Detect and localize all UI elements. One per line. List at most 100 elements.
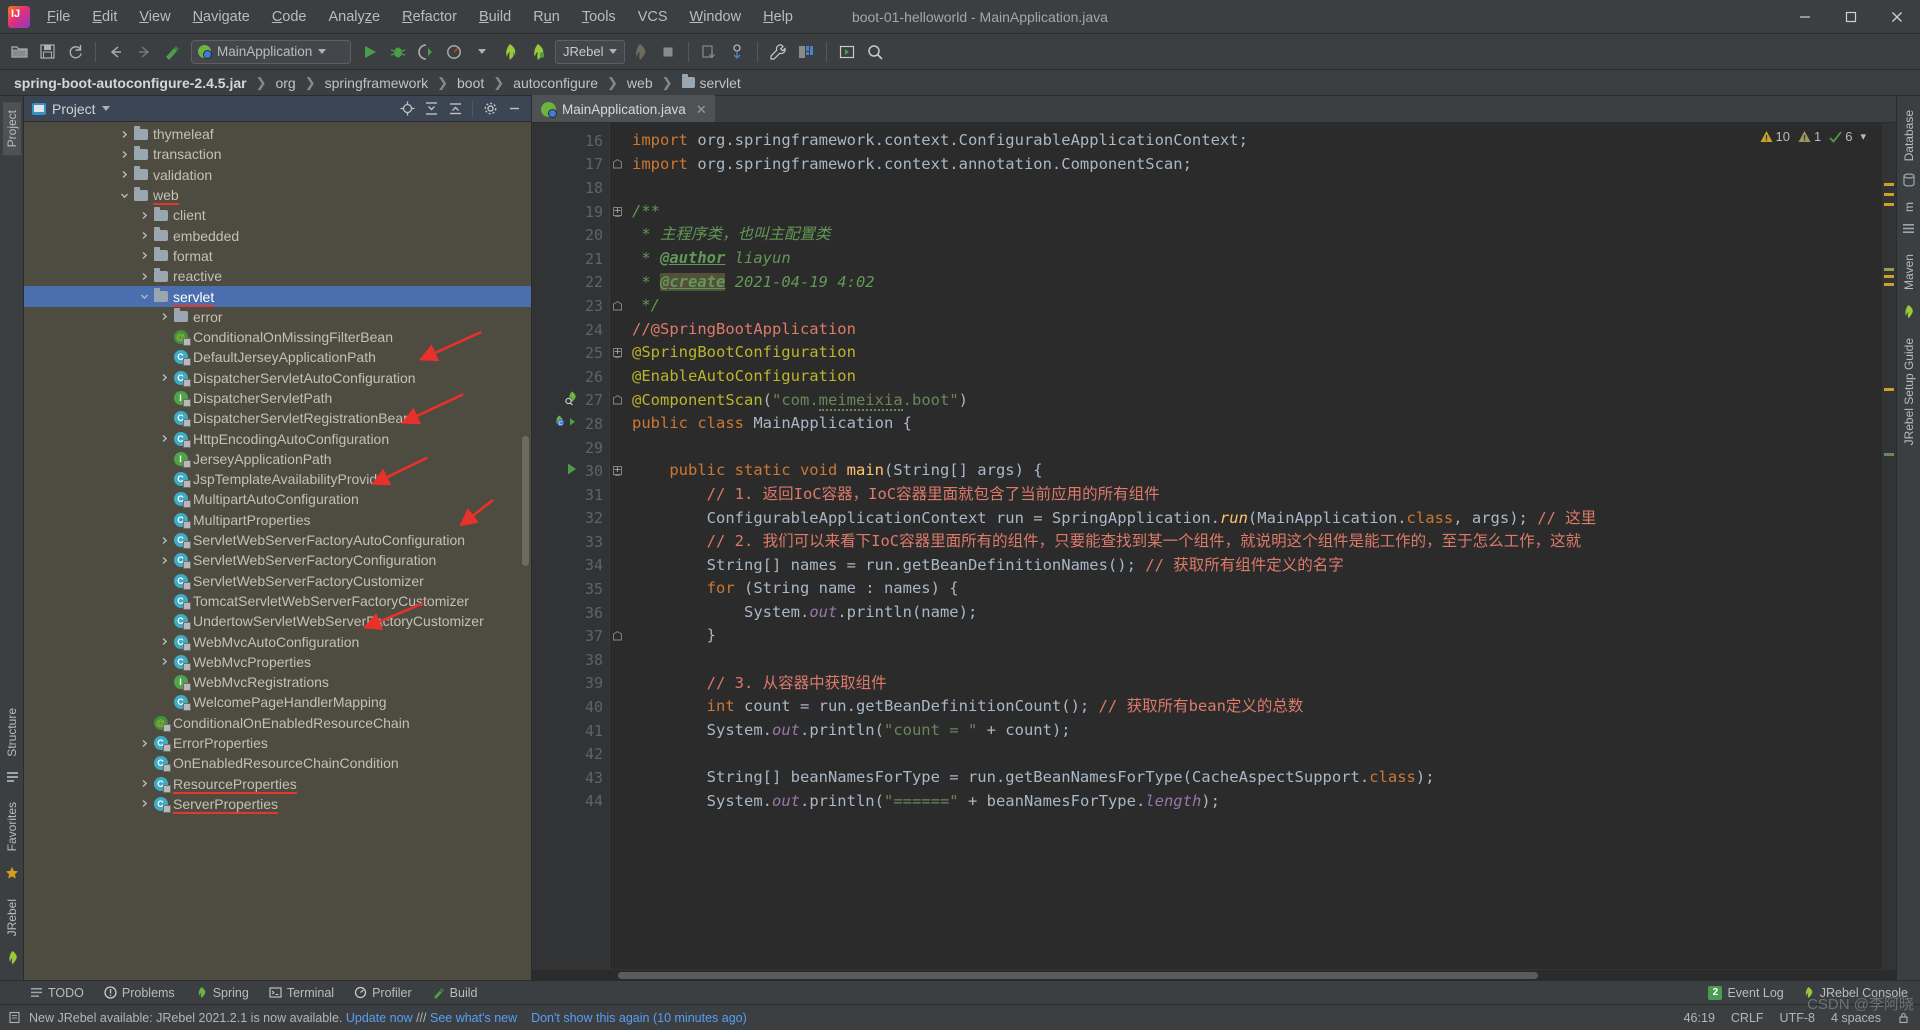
code-line-41[interactable]: System.out.println("count = " + count); <box>610 719 1882 743</box>
code-line-20[interactable]: * 主程序类，也叫主配置类 <box>610 223 1882 247</box>
fold-start-icon[interactable] <box>610 200 624 224</box>
bean-search-icon[interactable] <box>564 391 579 410</box>
tree-node-web[interactable]: web <box>24 185 531 206</box>
close-icon[interactable]: ✕ <box>696 102 707 118</box>
chevron-down-icon[interactable]: ▾ <box>1860 130 1866 143</box>
forward-icon[interactable] <box>131 39 157 65</box>
code-line-23[interactable]: */ <box>610 294 1882 318</box>
gutter-line-39[interactable]: 39 <box>532 672 609 696</box>
fold-end-icon[interactable] <box>610 624 624 648</box>
project-structure-icon[interactable] <box>793 39 819 65</box>
gutter-line-24[interactable]: 24 <box>532 318 609 342</box>
gutter-line-27[interactable]: 27 <box>532 389 609 413</box>
tree-node-thymeleaf[interactable]: thymeleaf <box>24 124 531 144</box>
chevron-right-icon[interactable] <box>116 170 132 179</box>
jrebel-run-icon[interactable] <box>497 39 523 65</box>
breadcrumb-item-5[interactable]: web <box>627 75 653 91</box>
status-update-link[interactable]: Update now <box>346 1011 413 1025</box>
chevron-right-icon[interactable] <box>156 312 172 321</box>
gutter-line-29[interactable]: 29 <box>532 436 609 460</box>
tree-node-embedded[interactable]: embedded <box>24 225 531 245</box>
chevron-right-icon[interactable] <box>156 434 172 443</box>
menu-item-tools[interactable]: Tools <box>571 4 627 30</box>
fold-start-icon[interactable] <box>610 341 624 365</box>
chevron-down-icon[interactable] <box>318 49 327 54</box>
menu-item-refactor[interactable]: Refactor <box>391 4 468 30</box>
spring-bean-run-icon[interactable]: C <box>553 414 579 433</box>
editor-horizontal-scrollbar[interactable] <box>532 969 1896 980</box>
tool-window-event-log[interactable]: 2 Event Log <box>1708 985 1784 1000</box>
caret-position[interactable]: 46:19 <box>1684 1011 1715 1025</box>
chevron-down-icon[interactable] <box>609 49 618 54</box>
chevron-right-icon[interactable] <box>136 211 152 220</box>
gutter-line-44[interactable]: 44 <box>532 790 609 814</box>
code-line-35[interactable]: for (String name : names) { <box>610 577 1882 601</box>
locate-icon[interactable] <box>396 98 418 120</box>
code-line-30[interactable]: public static void main(String[] args) { <box>610 459 1882 483</box>
update-project-icon[interactable] <box>696 39 722 65</box>
code-line-38[interactable] <box>610 648 1882 672</box>
gutter-line-40[interactable]: 40 <box>532 695 609 719</box>
gutter-line-18[interactable]: 18 <box>532 176 609 200</box>
breadcrumb-item-2[interactable]: springframework <box>325 75 428 91</box>
run-with-coverage-icon[interactable] <box>413 39 439 65</box>
code-line-32[interactable]: ConfigurableApplicationContext run = Spr… <box>610 507 1882 531</box>
menu-item-build[interactable]: Build <box>468 4 522 30</box>
fold-end-icon[interactable] <box>610 389 624 413</box>
code-line-44[interactable]: System.out.println("======" + beanNamesF… <box>610 790 1882 814</box>
editor-tab-mainapplication[interactable]: MainApplication.java ✕ <box>532 95 715 122</box>
gutter-line-32[interactable]: 32 <box>532 507 609 531</box>
code-line-36[interactable]: System.out.println(name); <box>610 601 1882 625</box>
rail-tab-structure[interactable]: Structure <box>3 700 21 765</box>
fold-end-icon[interactable] <box>610 153 624 177</box>
status-dismiss-link[interactable]: Don't show this again (10 minutes ago) <box>531 1011 747 1025</box>
tree-node-validation[interactable]: validation <box>24 165 531 185</box>
expand-all-icon[interactable] <box>420 98 442 120</box>
code-text[interactable]: import org.springframework.context.Confi… <box>610 123 1882 969</box>
line-separator[interactable]: CRLF <box>1731 1011 1764 1025</box>
chevron-right-icon[interactable] <box>116 130 132 139</box>
notification-icon[interactable] <box>8 1011 21 1024</box>
tree-node-UndertowServletWebServerFactoryCustomizer[interactable]: C UndertowServletWebServerFactoryCustomiz… <box>24 611 531 631</box>
code-line-26[interactable]: @EnableAutoConfiguration <box>610 365 1882 389</box>
chevron-down-icon[interactable] <box>136 292 152 301</box>
code-line-28[interactable]: public class MainApplication { <box>610 412 1882 436</box>
tree-node-WebMvcRegistrations[interactable]: I WebMvcRegistrations <box>24 672 531 692</box>
debug-icon[interactable] <box>385 39 411 65</box>
settings-gear-icon[interactable] <box>479 98 501 120</box>
tree-node-ServletWebServerFactoryCustomizer[interactable]: C ServletWebServerFactoryCustomizer <box>24 571 531 591</box>
jrebel-selector[interactable]: JRebel <box>555 39 626 64</box>
chevron-right-icon[interactable] <box>136 779 152 788</box>
gutter-line-33[interactable]: 33 <box>532 530 609 554</box>
breadcrumb-item-1[interactable]: org <box>275 75 295 91</box>
tree-node-JerseyApplicationPath[interactable]: I JerseyApplicationPath <box>24 449 531 469</box>
menu-item-help[interactable]: Help <box>752 4 804 30</box>
tool-window-problems[interactable]: Problems <box>104 986 175 1000</box>
code-line-19[interactable]: /** <box>610 200 1882 224</box>
code-line-22[interactable]: * @create 2021-04-19 4:02 <box>610 271 1882 295</box>
file-encoding[interactable]: UTF-8 <box>1780 1011 1815 1025</box>
gutter-line-30[interactable]: 30 <box>532 459 609 483</box>
tool-window-jrebel-console[interactable]: JRebel Console <box>1802 986 1908 1000</box>
menu-item-file[interactable]: File <box>36 4 81 30</box>
gutter-line-42[interactable]: 42 <box>532 742 609 766</box>
tree-node-WebMvcProperties[interactable]: C WebMvcProperties <box>24 652 531 672</box>
chevron-right-icon[interactable] <box>156 637 172 646</box>
save-all-icon[interactable] <box>34 39 60 65</box>
rail-tab-m[interactable]: m <box>1900 198 1918 216</box>
editor-body[interactable]: 16 17 18 19 20 21 22 23 24 25 26 27 28 C 29 30 31 32 33 34 3… <box>532 123 1896 969</box>
code-line-18[interactable] <box>610 176 1882 200</box>
project-tree[interactable]: thymeleaf transaction validation web client e… <box>24 122 531 980</box>
tree-node-ServletWebServerFactoryAutoConfiguration[interactable]: C ServletWebServerFactoryAutoConfiguratio… <box>24 530 531 550</box>
gutter-line-19[interactable]: 19 <box>532 200 609 224</box>
tree-node-ServletWebServerFactoryConfiguration[interactable]: C ServletWebServerFactoryConfiguration <box>24 550 531 570</box>
gutter-line-26[interactable]: 26 <box>532 365 609 389</box>
tool-window-spring[interactable]: Spring <box>195 986 249 1000</box>
chevron-right-icon[interactable] <box>156 536 172 545</box>
select-in-icon[interactable] <box>834 39 860 65</box>
tree-node-DefaultJerseyApplicationPath[interactable]: C DefaultJerseyApplicationPath <box>24 347 531 367</box>
lock-icon[interactable] <box>1897 1011 1910 1024</box>
menu-item-navigate[interactable]: Navigate <box>182 4 261 30</box>
warning-count[interactable]: 10 <box>1760 129 1790 144</box>
tool-window-profiler[interactable]: Profiler <box>354 986 412 1000</box>
